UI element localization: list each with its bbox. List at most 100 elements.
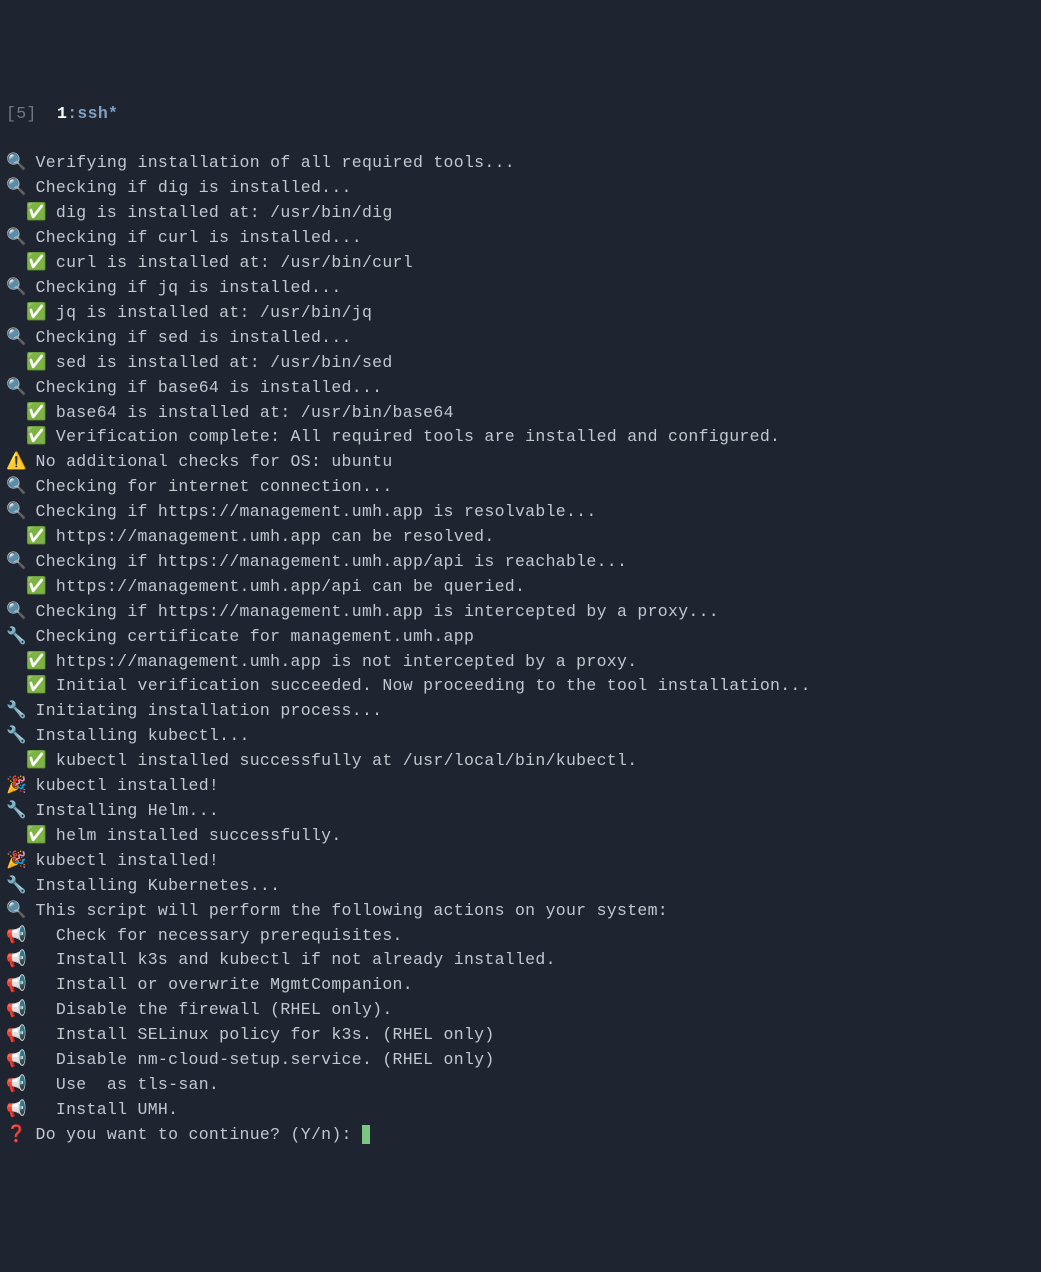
terminal-line: ✅ https://management.umh.app/api can be … xyxy=(0,575,1041,600)
line-icon: ❓ xyxy=(6,1123,25,1148)
terminal-line: 🔍 Checking for internet connection... xyxy=(0,475,1041,500)
line-icon: 🎉 xyxy=(6,774,25,799)
line-text: kubectl installed! xyxy=(25,851,219,870)
line-text: jq is installed at: /usr/bin/jq xyxy=(46,303,372,322)
line-icon: ✅ xyxy=(26,301,45,326)
terminal-line: 🔍 This script will perform the following… xyxy=(0,899,1041,924)
terminal-line: ✅ kubectl installed successfully at /usr… xyxy=(0,749,1041,774)
status-window-number: 5 xyxy=(16,104,26,123)
line-text: Install or overwrite MgmtCompanion. xyxy=(25,975,413,994)
line-text: Checking if base64 is installed... xyxy=(25,378,382,397)
line-text: https://management.umh.app is not interc… xyxy=(46,652,638,671)
terminal-output[interactable]: 🔍 Verifying installation of all required… xyxy=(0,151,1041,1147)
line-text: Install SELinux policy for k3s. (RHEL on… xyxy=(25,1025,494,1044)
status-tab-label: :ssh* xyxy=(67,104,118,123)
line-text: Do you want to continue? (Y/n): xyxy=(25,1125,362,1144)
line-text: Disable nm-cloud-setup.service. (RHEL on… xyxy=(25,1050,494,1069)
terminal-line: ✅ https://management.umh.app is not inte… xyxy=(0,650,1041,675)
line-icon: ⚠️ xyxy=(6,450,25,475)
line-text: helm installed successfully. xyxy=(46,826,342,845)
line-icon: 🎉 xyxy=(6,849,25,874)
line-icon: 📢 xyxy=(6,1098,25,1123)
terminal-line: 🔍 Checking if base64 is installed... xyxy=(0,376,1041,401)
terminal-line: 📢 Disable nm-cloud-setup.service. (RHEL … xyxy=(0,1048,1041,1073)
terminal-line: ✅ curl is installed at: /usr/bin/curl xyxy=(0,251,1041,276)
terminal-line: ✅ Verification complete: All required to… xyxy=(0,425,1041,450)
terminal-line: 🔍 Checking if https://management.umh.app… xyxy=(0,550,1041,575)
line-icon: ✅ xyxy=(26,351,45,376)
terminal-line: ✅ dig is installed at: /usr/bin/dig xyxy=(0,201,1041,226)
line-icon: 📢 xyxy=(6,948,25,973)
terminal-line: 📢 Install SELinux policy for k3s. (RHEL … xyxy=(0,1023,1041,1048)
line-icon: 🔍 xyxy=(6,326,25,351)
terminal-line: 🔧 Installing Helm... xyxy=(0,799,1041,824)
line-text: Checking if https://management.umh.app i… xyxy=(25,602,719,621)
line-icon: ✅ xyxy=(26,401,45,426)
line-text: curl is installed at: /usr/bin/curl xyxy=(46,253,413,272)
line-icon: ✅ xyxy=(26,650,45,675)
terminal-cursor[interactable] xyxy=(362,1125,370,1144)
line-text: Checking certificate for management.umh.… xyxy=(25,627,474,646)
line-icon: 🔍 xyxy=(6,151,25,176)
terminal-line: ✅ Initial verification succeeded. Now pr… xyxy=(0,674,1041,699)
line-text: https://management.umh.app/api can be qu… xyxy=(46,577,525,596)
line-text: Use as tls-san. xyxy=(25,1075,219,1094)
line-icon: 🔍 xyxy=(6,475,25,500)
line-icon: 🔧 xyxy=(6,724,25,749)
line-icon: ✅ xyxy=(26,824,45,849)
terminal-line: ✅ base64 is installed at: /usr/bin/base6… xyxy=(0,401,1041,426)
terminal-line: ✅ jq is installed at: /usr/bin/jq xyxy=(0,301,1041,326)
line-icon: 🔧 xyxy=(6,625,25,650)
line-text: No additional checks for OS: ubuntu xyxy=(25,452,392,471)
terminal-line: 📢 Install UMH. xyxy=(0,1098,1041,1123)
line-text: Installing Kubernetes... xyxy=(25,876,280,895)
terminal-line: 🎉 kubectl installed! xyxy=(0,774,1041,799)
line-text: Checking if curl is installed... xyxy=(25,228,362,247)
terminal-line: 🔧 Installing kubectl... xyxy=(0,724,1041,749)
terminal-line: ❓ Do you want to continue? (Y/n): xyxy=(0,1123,1041,1148)
line-text: Initial verification succeeded. Now proc… xyxy=(46,676,811,695)
line-text: Disable the firewall (RHEL only). xyxy=(25,1000,392,1019)
tmux-status-bar: [5] 1:ssh* xyxy=(0,102,1041,127)
status-bracket-open: [ xyxy=(6,104,16,123)
line-icon: ✅ xyxy=(26,201,45,226)
line-icon: 📢 xyxy=(6,973,25,998)
terminal-line: 🔧 Checking certificate for management.um… xyxy=(0,625,1041,650)
line-text: sed is installed at: /usr/bin/sed xyxy=(46,353,393,372)
status-tab-number: 1 xyxy=(57,104,67,123)
line-text: Verifying installation of all required t… xyxy=(25,153,515,172)
line-icon: 🔍 xyxy=(6,376,25,401)
line-text: https://management.umh.app can be resolv… xyxy=(46,527,495,546)
terminal-line: ✅ sed is installed at: /usr/bin/sed xyxy=(0,351,1041,376)
line-text: Checking if jq is installed... xyxy=(25,278,341,297)
terminal-line: 📢 Use as tls-san. xyxy=(0,1073,1041,1098)
terminal-line: ✅ helm installed successfully. xyxy=(0,824,1041,849)
line-icon: 🔍 xyxy=(6,276,25,301)
line-icon: ✅ xyxy=(26,575,45,600)
line-text: Checking if dig is installed... xyxy=(25,178,351,197)
terminal-line: ✅ https://management.umh.app can be reso… xyxy=(0,525,1041,550)
line-text: This script will perform the following a… xyxy=(25,901,668,920)
line-icon: 📢 xyxy=(6,924,25,949)
line-icon: 🔍 xyxy=(6,176,25,201)
line-text: Checking if sed is installed... xyxy=(25,328,351,347)
terminal-line: ⚠️ No additional checks for OS: ubuntu xyxy=(0,450,1041,475)
line-icon: ✅ xyxy=(26,674,45,699)
line-text: Install UMH. xyxy=(25,1100,178,1119)
line-text: Initiating installation process... xyxy=(25,701,382,720)
terminal-line: 🔍 Verifying installation of all required… xyxy=(0,151,1041,176)
line-icon: ✅ xyxy=(26,425,45,450)
terminal-line: 🎉 kubectl installed! xyxy=(0,849,1041,874)
line-icon: ✅ xyxy=(26,251,45,276)
line-text: base64 is installed at: /usr/bin/base64 xyxy=(46,403,454,422)
line-icon: 🔍 xyxy=(6,899,25,924)
line-icon: 🔍 xyxy=(6,550,25,575)
terminal-line: 📢 Install k3s and kubectl if not already… xyxy=(0,948,1041,973)
line-text: Installing kubectl... xyxy=(25,726,249,745)
line-icon: 📢 xyxy=(6,998,25,1023)
terminal-line: 📢 Disable the firewall (RHEL only). xyxy=(0,998,1041,1023)
terminal-line: 🔍 Checking if https://management.umh.app… xyxy=(0,500,1041,525)
line-text: Checking for internet connection... xyxy=(25,477,392,496)
terminal-line: 📢 Check for necessary prerequisites. xyxy=(0,924,1041,949)
line-icon: ✅ xyxy=(26,749,45,774)
